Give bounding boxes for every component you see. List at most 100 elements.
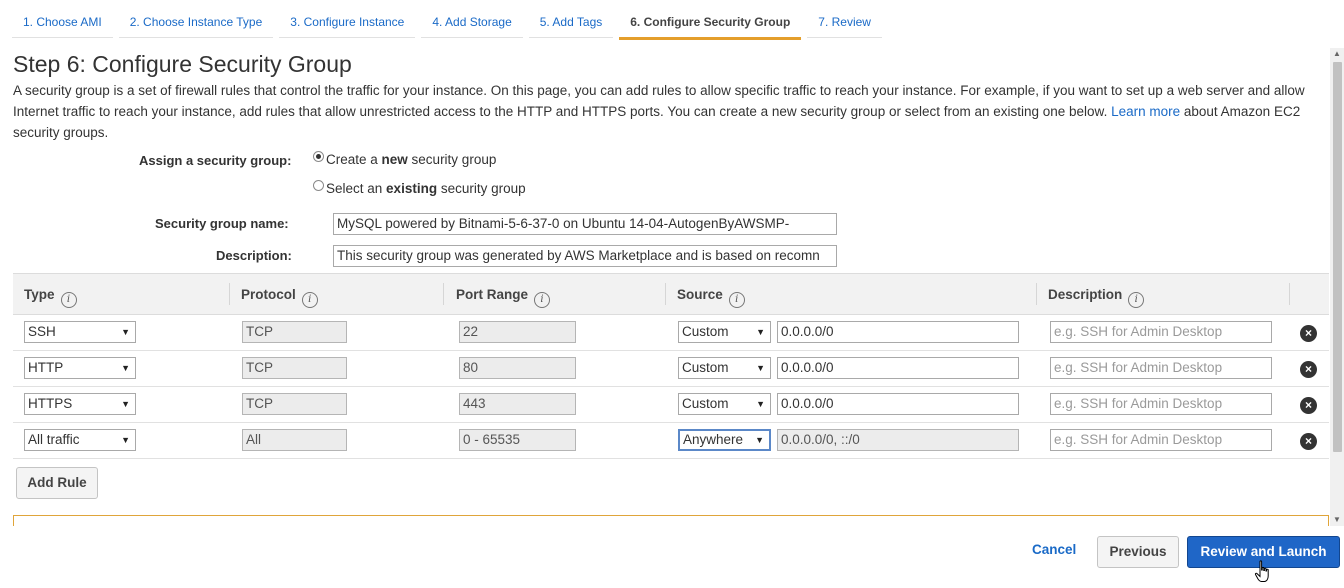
table-row: All traffic ▼ All 0 - 65535 Anywhere ▼ 0.0…: [13, 423, 1329, 459]
rule-description-input[interactable]: e.g. SSH for Admin Desktop: [1050, 393, 1272, 415]
radio-create-new-button[interactable]: [313, 151, 324, 162]
step-choose-instance-type[interactable]: 2. Choose Instance Type: [118, 0, 274, 38]
header-divider: [665, 283, 666, 305]
assign-group-label: Assign a security group:: [139, 153, 292, 168]
radio-select-existing-label: Select an existing security group: [326, 181, 526, 196]
page-scrollbar[interactable]: ▲ ▼: [1330, 48, 1344, 526]
step-configure-security-group[interactable]: 6. Configure Security Group: [619, 0, 802, 40]
cancel-button[interactable]: Cancel: [1032, 542, 1076, 557]
type-select[interactable]: SSH ▼: [24, 321, 136, 343]
wizard-steps: 1. Choose AMI 2. Choose Instance Type 3.…: [12, 0, 888, 40]
add-rule-button[interactable]: Add Rule: [16, 467, 98, 499]
scrollbar-thumb[interactable]: [1333, 62, 1342, 452]
type-select-value: All traffic: [28, 432, 80, 447]
delete-rule-icon[interactable]: ×: [1300, 325, 1317, 342]
radio-existing-pre: Select an: [326, 181, 387, 196]
port-range-field: 22: [459, 321, 576, 343]
type-select[interactable]: All traffic ▼: [24, 429, 136, 451]
protocol-field: TCP: [242, 357, 347, 379]
header-divider: [1289, 283, 1290, 305]
protocol-field: TCP: [242, 393, 347, 415]
delete-rule-icon[interactable]: ×: [1300, 433, 1317, 450]
radio-new-pre: Create a: [326, 152, 382, 167]
security-group-name-label: Security group name:: [155, 216, 289, 231]
step-review[interactable]: 7. Review: [807, 0, 882, 38]
source-type-value: Anywhere: [683, 432, 744, 447]
intro-text: A security group is a set of firewall ru…: [13, 80, 1325, 143]
header-port-range-label: Port Range: [456, 287, 529, 302]
chevron-down-icon: ▼: [755, 435, 764, 445]
protocol-info-icon[interactable]: i: [301, 292, 318, 308]
step-add-tags[interactable]: 5. Add Tags: [528, 0, 614, 38]
security-rules-table: Type i Protocol i Port Range i Source i Desc…: [13, 273, 1329, 459]
table-row: SSH ▼ TCP 22 Custom ▼ 0.0.0.0/0 e.g. SSH f…: [13, 315, 1329, 351]
rules-table-header: Type i Protocol i Port Range i Source i Desc…: [13, 274, 1329, 315]
chevron-down-icon: ▼: [121, 399, 130, 409]
hand-cursor-icon: [1254, 560, 1269, 582]
chevron-down-icon: ▼: [121, 363, 130, 373]
header-divider: [229, 283, 230, 305]
header-source-label: Source: [677, 287, 723, 302]
header-type: Type i: [24, 274, 77, 315]
source-type-select[interactable]: Custom ▼: [678, 357, 771, 379]
source-info-icon[interactable]: i: [728, 292, 745, 308]
source-cidr-input[interactable]: 0.0.0.0/0: [777, 393, 1019, 415]
header-protocol: Protocol i: [241, 274, 318, 315]
source-type-value: Custom: [682, 324, 729, 339]
source-cidr-input[interactable]: 0.0.0.0/0: [777, 357, 1019, 379]
type-select[interactable]: HTTPS ▼: [24, 393, 136, 415]
type-info-icon[interactable]: i: [60, 292, 77, 308]
header-source: Source i: [677, 274, 745, 315]
table-row: HTTP ▼ TCP 80 Custom ▼ 0.0.0.0/0 e.g. SSH …: [13, 351, 1329, 387]
radio-select-existing-button[interactable]: [313, 180, 324, 191]
source-type-select[interactable]: Custom ▼: [678, 393, 771, 415]
source-cidr-input[interactable]: 0.0.0.0/0: [777, 321, 1019, 343]
header-divider: [443, 283, 444, 305]
scroll-up-icon[interactable]: ▲: [1330, 48, 1344, 60]
chevron-down-icon: ▼: [121, 327, 130, 337]
chevron-down-icon: ▼: [756, 363, 765, 373]
protocol-field: TCP: [242, 321, 347, 343]
scroll-down-icon[interactable]: ▼: [1330, 514, 1344, 526]
source-cidr-input: 0.0.0.0/0, ::/0: [777, 429, 1019, 451]
rule-description-input[interactable]: e.g. SSH for Admin Desktop: [1050, 321, 1272, 343]
step-add-storage[interactable]: 4. Add Storage: [421, 0, 523, 38]
type-select-value: SSH: [28, 324, 56, 339]
header-description: Description i: [1048, 274, 1145, 315]
page-content: Step 6: Configure Security Group A secur…: [0, 48, 1330, 526]
group-description-label: Description:: [216, 248, 292, 263]
port-range-field: 0 - 65535: [459, 429, 576, 451]
port-range-field: 80: [459, 357, 576, 379]
group-description-input[interactable]: This security group was generated by AWS…: [333, 245, 837, 267]
rule-description-input[interactable]: e.g. SSH for Admin Desktop: [1050, 357, 1272, 379]
type-select[interactable]: HTTP ▼: [24, 357, 136, 379]
radio-existing-post: security group: [437, 181, 526, 196]
chevron-down-icon: ▼: [756, 399, 765, 409]
warning-box: [13, 515, 1329, 526]
previous-button[interactable]: Previous: [1097, 536, 1179, 568]
delete-rule-icon[interactable]: ×: [1300, 361, 1317, 378]
description-info-icon[interactable]: i: [1128, 292, 1145, 308]
step-choose-ami[interactable]: 1. Choose AMI: [12, 0, 113, 38]
source-type-value: Custom: [682, 396, 729, 411]
type-select-value: HTTPS: [28, 396, 73, 411]
header-type-label: Type: [24, 287, 55, 302]
learn-more-link[interactable]: Learn more: [1111, 104, 1180, 119]
protocol-field: All: [242, 429, 347, 451]
source-type-select[interactable]: Custom ▼: [678, 321, 771, 343]
security-group-name-input[interactable]: MySQL powered by Bitnami-5-6-37-0 on Ubu…: [333, 213, 837, 235]
port-range-info-icon[interactable]: i: [534, 292, 551, 308]
rule-description-input[interactable]: e.g. SSH for Admin Desktop: [1050, 429, 1272, 451]
header-divider: [1036, 283, 1037, 305]
step-configure-instance[interactable]: 3. Configure Instance: [279, 0, 416, 38]
radio-existing-bold: existing: [386, 181, 438, 196]
radio-select-existing[interactable]: Select an existing security group: [313, 180, 526, 196]
radio-new-post: security group: [407, 152, 497, 167]
delete-rule-icon[interactable]: ×: [1300, 397, 1317, 414]
radio-create-new[interactable]: Create a new security group: [313, 151, 497, 167]
header-port-range: Port Range i: [456, 274, 551, 315]
chevron-down-icon: ▼: [121, 435, 130, 445]
source-type-select[interactable]: Anywhere ▼: [678, 429, 771, 451]
header-description-label: Description: [1048, 287, 1123, 302]
table-row: HTTPS ▼ TCP 443 Custom ▼ 0.0.0.0/0 e.g. SS…: [13, 387, 1329, 423]
